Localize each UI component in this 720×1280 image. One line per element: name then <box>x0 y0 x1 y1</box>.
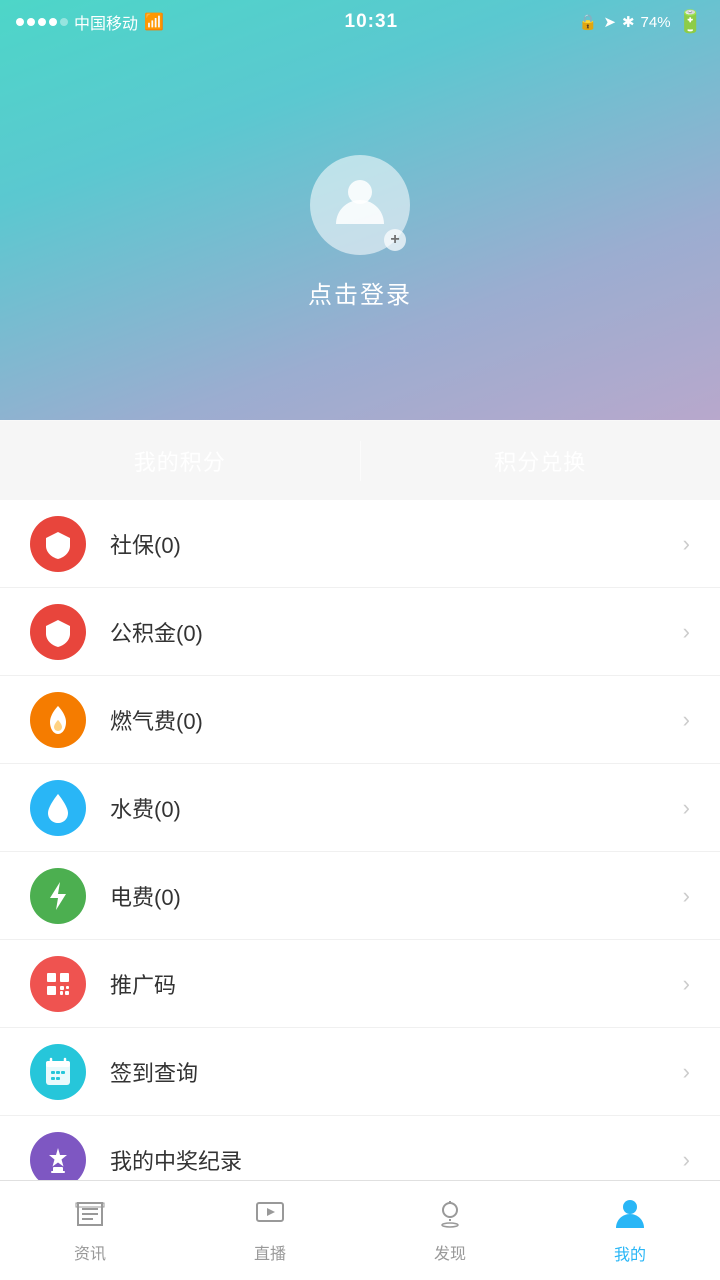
tab-news[interactable]: 资讯 <box>0 1181 180 1280</box>
battery-icon: 🔋 <box>677 9 704 35</box>
signal-dot-3 <box>38 18 46 26</box>
shuifei-label: 水费(0) <box>110 792 683 824</box>
gongjijin-icon <box>30 604 86 660</box>
avatar-button[interactable]: + <box>310 155 410 255</box>
ranqi-chevron: › <box>683 707 690 733</box>
tab-live[interactable]: 直播 <box>180 1181 360 1280</box>
signal-dot-5 <box>60 18 68 26</box>
status-time: 10:31 <box>345 11 399 33</box>
list-item-gongjijin[interactable]: 公积金(0) › <box>0 588 720 676</box>
news-label: 资讯 <box>74 1240 106 1264</box>
status-right: 🔒 ➤ ✱ 74% 🔋 <box>579 9 704 35</box>
qiandao-icon <box>30 1044 86 1100</box>
gongjijin-chevron: › <box>683 619 690 645</box>
points-exchange-tab[interactable]: 积分兑换 <box>361 421 720 500</box>
tuiguangma-chevron: › <box>683 971 690 997</box>
discover-label: 发现 <box>434 1240 466 1264</box>
tuiguangma-icon <box>30 956 86 1012</box>
signal-dot-2 <box>27 18 35 26</box>
wifi-icon: 📶 <box>144 12 164 32</box>
zhongjang-label: 我的中奖纪录 <box>110 1144 683 1176</box>
tab-mine[interactable]: 我的 <box>540 1181 720 1280</box>
list-item-dianfei[interactable]: 电费(0) › <box>0 852 720 940</box>
lock-icon: 🔒 <box>579 13 598 31</box>
list-item-ranqi[interactable]: 燃气费(0) › <box>0 676 720 764</box>
qiandao-chevron: › <box>683 1059 690 1085</box>
tab-discover[interactable]: 发现 <box>360 1181 540 1280</box>
shebao-icon <box>30 516 86 572</box>
profile-header: + 点击登录 <box>0 0 720 420</box>
status-left: 中国移动 📶 <box>16 10 164 34</box>
dianfei-label: 电费(0) <box>110 880 683 912</box>
list-item-shuifei[interactable]: 水费(0) › <box>0 764 720 852</box>
signal-dots <box>16 18 68 26</box>
location-icon: ➤ <box>603 13 616 31</box>
news-icon <box>73 1197 107 1234</box>
carrier-label: 中国移动 <box>74 10 138 34</box>
menu-list: 社保(0) › 公积金(0) › 燃气费(0) › 水费(0) › <box>0 500 720 1264</box>
ranqi-label: 燃气费(0) <box>110 704 683 736</box>
list-item-tuiguangma[interactable]: 推广码 › <box>0 940 720 1028</box>
avatar-plus-icon: + <box>384 229 406 251</box>
shebao-chevron: › <box>683 531 690 557</box>
login-button[interactable]: 点击登录 <box>308 275 412 310</box>
shuifei-chevron: › <box>683 795 690 821</box>
points-bar: 我的积分 积分兑换 <box>0 420 720 500</box>
mine-label: 我的 <box>614 1241 646 1265</box>
signal-dot-1 <box>16 18 24 26</box>
discover-icon <box>433 1197 467 1234</box>
tab-bar: 资讯 直播 发现 我的 <box>0 1180 720 1280</box>
tuiguangma-label: 推广码 <box>110 968 683 1000</box>
dianfei-chevron: › <box>683 883 690 909</box>
qiandao-label: 签到查询 <box>110 1056 683 1088</box>
shebao-label: 社保(0) <box>110 528 683 560</box>
status-bar: 中国移动 📶 10:31 🔒 ➤ ✱ 74% 🔋 <box>0 0 720 44</box>
zhongjang-chevron: › <box>683 1147 690 1173</box>
live-label: 直播 <box>254 1240 286 1264</box>
mine-icon <box>613 1196 647 1235</box>
signal-dot-4 <box>49 18 57 26</box>
dianfei-icon <box>30 868 86 924</box>
shuifei-icon <box>30 780 86 836</box>
avatar-icon <box>330 170 390 239</box>
live-icon <box>253 1197 287 1234</box>
my-points-tab[interactable]: 我的积分 <box>0 421 360 500</box>
battery-label: 74% <box>641 14 671 31</box>
ranqi-icon <box>30 692 86 748</box>
list-item-qiandao[interactable]: 签到查询 › <box>0 1028 720 1116</box>
gongjijin-label: 公积金(0) <box>110 616 683 648</box>
list-item-shebao[interactable]: 社保(0) › <box>0 500 720 588</box>
bluetooth-icon: ✱ <box>622 13 635 31</box>
